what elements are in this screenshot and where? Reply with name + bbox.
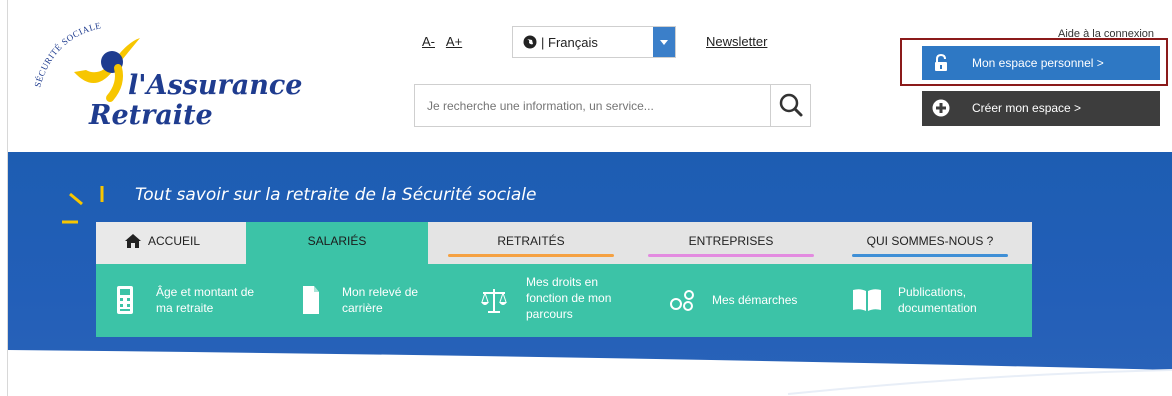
tab-entreprises[interactable]: ENTREPRISES [636,222,826,264]
subnav-label: Publications, documentation [898,285,977,315]
chevron-down-icon[interactable] [653,27,675,57]
globe-icon [523,35,537,49]
subnav-item-mes-droits[interactable]: Mes droits en fonction de mon parcours [480,264,650,337]
tab-label: ENTREPRISES [688,234,774,248]
personal-space-button[interactable]: Mon espace personnel > [922,46,1160,80]
left-edge [0,0,8,396]
language-select[interactable]: | Français [512,26,676,58]
tab-salaries[interactable]: SALARIÉS [246,222,428,264]
assurance-retraite-logo[interactable]: SÉCURITÉ SOCIALE l'Assurance Retraite [30,20,302,132]
subnav-item-age-montant[interactable]: Âge et montant de ma retraite [116,264,286,337]
tab-label: RETRAITÉS [497,234,565,248]
subnav-item-publications[interactable]: Publications, documentation [852,264,1022,337]
banner-tagline: Tout savoir sur la retraite de la Sécuri… [135,185,537,205]
font-size-controls: A- A+ [422,34,470,49]
tab-underline [852,254,1008,257]
tab-label: ACCUEIL [148,234,201,248]
subnav-item-mes-demarches[interactable]: Mes démarches [670,264,830,337]
home-icon [125,234,141,248]
logo-title-line1: l'Assurance [128,70,303,101]
search-input[interactable] [415,85,772,126]
personal-space-label: Mon espace personnel > [972,56,1104,70]
subnav-label: Âge et montant de ma retraite [156,285,255,315]
subnav-label: Mon relevé de carrière [342,285,419,315]
tab-retraites[interactable]: RETRAITÉS [436,222,626,264]
tab-label: SALARIÉS [307,234,367,248]
tab-accueil[interactable]: ACCUEIL [96,222,246,264]
search-bar [414,84,811,127]
page: SÉCURITÉ SOCIALE l'Assurance Retraite A-… [0,0,1172,396]
tab-underline [448,254,614,257]
tab-underline [648,254,814,257]
font-increase-link[interactable]: A+ [446,34,462,49]
create-space-label: Créer mon espace > [972,101,1082,115]
calculator-icon [117,286,133,314]
main-nav-tabs: ACCUEIL SALARIÉS RETRAITÉS ENTREPRISES Q… [96,222,1032,264]
tab-label: QUI SOMMES-NOUS ? [866,234,994,248]
newsletter-link[interactable]: Newsletter [706,34,767,49]
plus-circle-icon [932,99,950,117]
subnav-item-releve-carriere[interactable]: Mon relevé de carrière [302,264,462,337]
font-decrease-link[interactable]: A- [422,34,435,49]
steps-icon [670,290,694,311]
subnav-label: Mes droits en fonction de mon parcours [526,275,612,321]
search-icon [779,93,803,117]
salaries-subnav: Âge et montant de ma retraite Mon relevé … [96,264,1032,337]
logo-title-line2: Retraite [89,100,213,131]
scales-icon [481,289,507,313]
search-button[interactable] [770,85,810,126]
lock-icon [933,54,949,72]
tab-qui-sommes-nous[interactable]: QUI SOMMES-NOUS ? [840,222,1020,264]
document-icon [303,286,319,314]
create-space-button[interactable]: Créer mon espace > [922,91,1160,126]
subnav-label: Mes démarches [712,293,798,307]
book-icon [853,289,881,311]
site-header: SÉCURITÉ SOCIALE l'Assurance Retraite A-… [0,0,1172,152]
language-selected-label: | Français [541,35,598,50]
